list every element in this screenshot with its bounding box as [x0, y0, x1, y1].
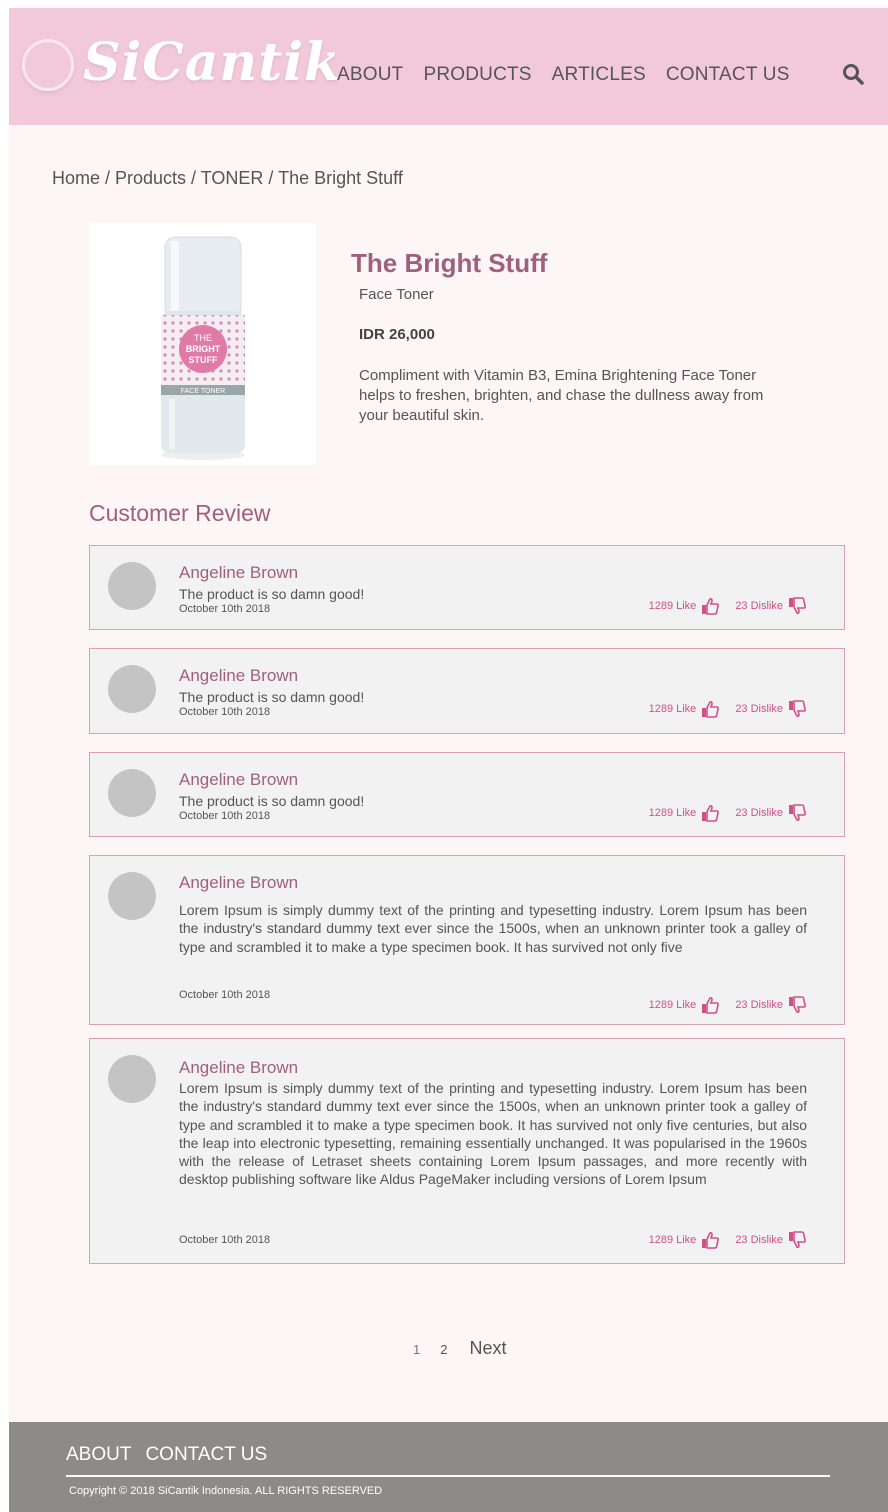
thumbs-up-icon[interactable] [701, 1231, 720, 1249]
copyright: Copyright © 2018 SiCantik Indonesia. ALL… [69, 1485, 383, 1497]
thumbs-down-icon[interactable] [788, 996, 806, 1014]
nav-articles[interactable]: ARTICLES [552, 64, 646, 86]
reviewer-name: Angeline Brown [179, 1058, 299, 1077]
like-count: 1289 Like [648, 999, 697, 1011]
footer-divider [66, 1475, 830, 1477]
reviewer-name: Angeline Brown [179, 770, 299, 789]
dislike-count: 23 Dislike [735, 600, 783, 612]
like-count: 1289 Like [648, 807, 697, 819]
breadcrumb[interactable]: Home / Products / TONER / The Bright Stu… [52, 168, 403, 189]
product-description: Compliment with Vitamin B3, Emina Bright… [359, 367, 764, 424]
review-date: October 10th 2018 [179, 989, 271, 1001]
thumbs-down-icon[interactable] [788, 1231, 806, 1249]
avatar [108, 1055, 156, 1103]
thumbs-up-icon[interactable] [701, 700, 720, 718]
bottle-label-stuff: STUFF [189, 355, 218, 365]
footer-links: ABOUT CONTACT US [66, 1444, 267, 1466]
reviewer-name: Angeline Brown [179, 666, 299, 685]
review-card: Angeline Brown The product is so damn go… [89, 648, 845, 734]
review-text: Lorem Ipsum is simply dummy text of the … [179, 1080, 807, 1188]
product-title: The Bright Stuff [351, 248, 548, 278]
dislike-count: 23 Dislike [735, 999, 783, 1011]
like-count: 1289 Like [648, 1234, 697, 1246]
avatar [108, 665, 156, 713]
review-card: Angeline Brown Lorem Ipsum is simply dum… [89, 855, 845, 1025]
thumbs-up-icon[interactable] [701, 597, 720, 615]
review-card: Angeline Brown The product is so damn go… [89, 545, 845, 630]
toner-bottle-image: THE BRIGHT STUFF FACE TONER [161, 236, 245, 460]
nav-about[interactable]: ABOUT [337, 64, 403, 86]
review-date: October 10th 2018 [179, 810, 271, 822]
header: SiCantik ABOUT PRODUCTS ARTICLES CONTACT… [9, 8, 888, 125]
main-nav: ABOUT PRODUCTS ARTICLES CONTACT US [337, 64, 790, 86]
footer-contact-link[interactable]: CONTACT US [145, 1444, 267, 1466]
pagination: 1 2 Next [413, 1338, 506, 1359]
dislike-count: 23 Dislike [735, 703, 783, 715]
search-icon[interactable] [841, 62, 865, 86]
review-votes: 1289 Like 23 Dislike [649, 700, 806, 718]
avatar [108, 872, 156, 920]
review-date: October 10th 2018 [179, 706, 271, 718]
reviewer-name: Angeline Brown [179, 873, 299, 892]
logo-circle-icon[interactable] [22, 39, 74, 91]
review-date: October 10th 2018 [179, 603, 271, 615]
thumbs-up-icon[interactable] [701, 804, 720, 822]
product-price: IDR 26,000 [359, 326, 435, 343]
review-card: Angeline Brown Lorem Ipsum is simply dum… [89, 1038, 845, 1264]
review-card: Angeline Brown The product is so damn go… [89, 752, 845, 837]
like-count: 1289 Like [648, 703, 697, 715]
page: SiCantik ABOUT PRODUCTS ARTICLES CONTACT… [9, 8, 888, 1512]
dislike-count: 23 Dislike [735, 807, 783, 819]
bottle-label-face-toner: FACE TONER [181, 388, 225, 395]
dislike-count: 23 Dislike [735, 1234, 783, 1246]
reviewer-name: Angeline Brown [179, 563, 299, 582]
footer: ABOUT CONTACT US Copyright © 2018 SiCant… [9, 1422, 888, 1512]
next-page-link[interactable]: Next [469, 1338, 506, 1359]
page-2-link[interactable]: 2 [440, 1342, 447, 1357]
thumbs-down-icon[interactable] [788, 700, 806, 718]
review-text: Lorem Ipsum is simply dummy text of the … [179, 902, 807, 955]
thumbs-down-icon[interactable] [788, 597, 806, 615]
product-type: Face Toner [359, 286, 434, 303]
review-votes: 1289 Like 23 Dislike [649, 1231, 806, 1249]
thumbs-down-icon[interactable] [788, 804, 806, 822]
nav-products[interactable]: PRODUCTS [423, 64, 531, 86]
avatar [108, 769, 156, 817]
logo[interactable]: SiCantik [83, 32, 341, 93]
thumbs-up-icon[interactable] [701, 996, 720, 1014]
review-date: October 10th 2018 [179, 1234, 271, 1246]
footer-about-link[interactable]: ABOUT [66, 1444, 131, 1466]
bottle-label-the: THE [194, 333, 212, 343]
review-votes: 1289 Like 23 Dislike [649, 597, 806, 615]
like-count: 1289 Like [648, 600, 697, 612]
bottle-label-bright: BRIGHT [186, 344, 221, 354]
avatar [108, 562, 156, 610]
review-votes: 1289 Like 23 Dislike [649, 804, 806, 822]
product-image: THE BRIGHT STUFF FACE TONER [89, 223, 316, 465]
review-heading: Customer Review [89, 500, 271, 526]
review-votes: 1289 Like 23 Dislike [649, 996, 806, 1014]
page-1-link[interactable]: 1 [413, 1342, 420, 1357]
nav-contact-us[interactable]: CONTACT US [666, 64, 790, 86]
